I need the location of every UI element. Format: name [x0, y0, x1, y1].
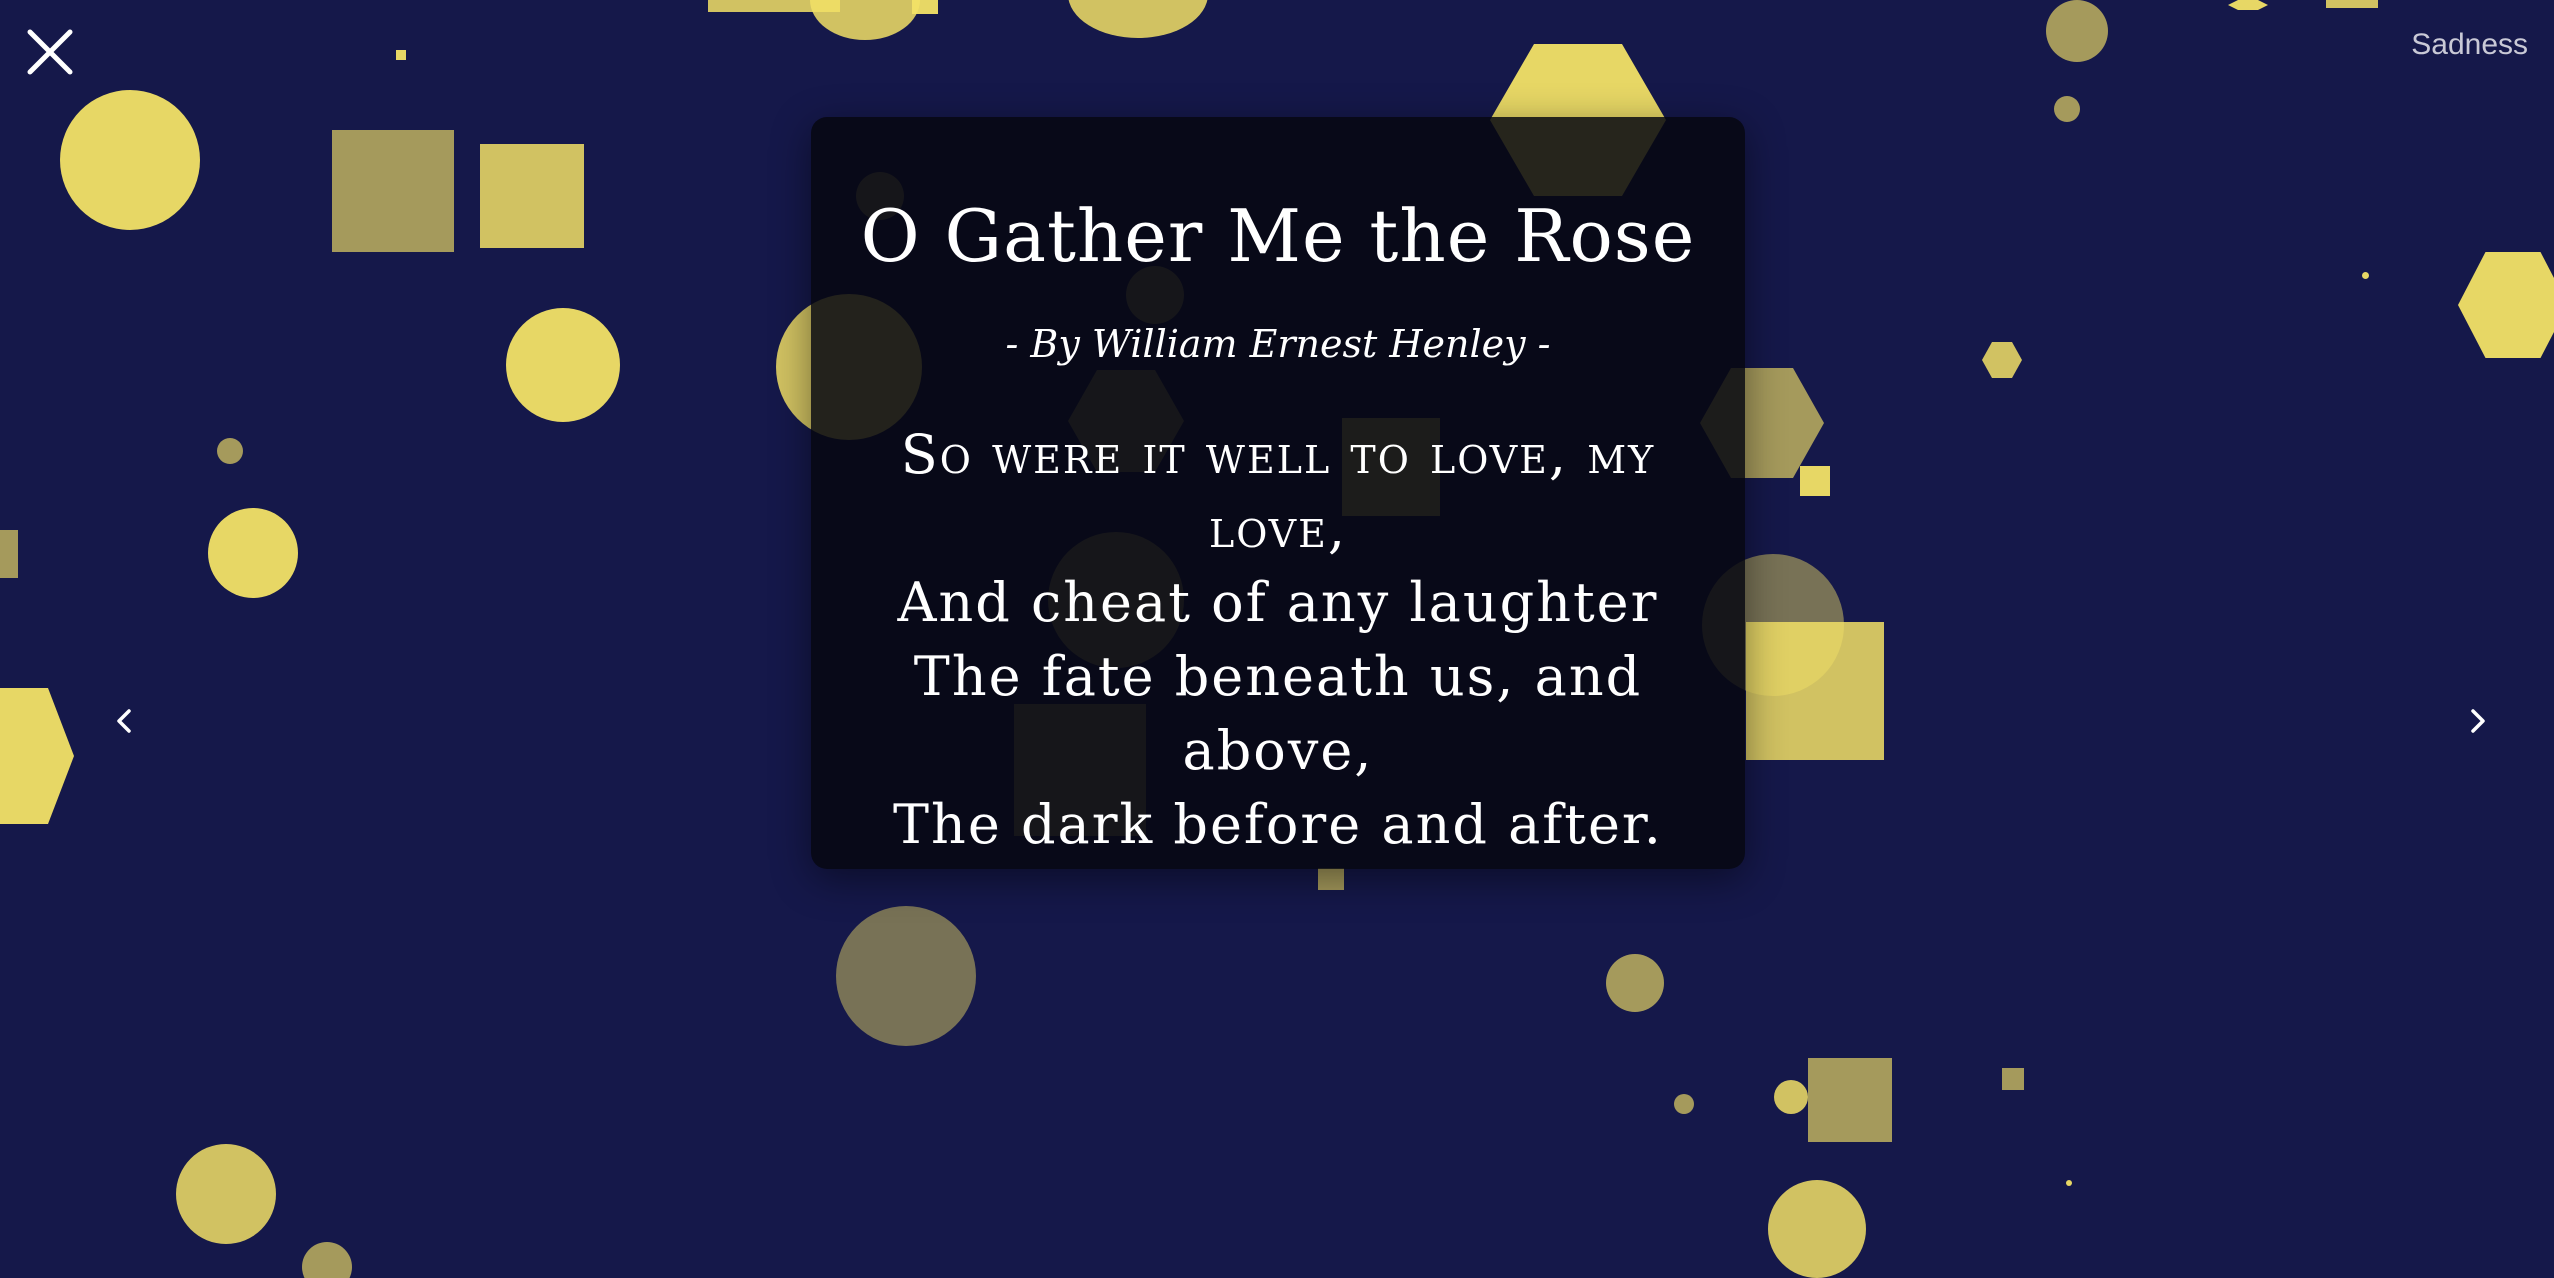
bubble: [217, 438, 243, 464]
poem-body: So were it well to love, my love, And ch…: [811, 418, 1745, 862]
bubble: [2046, 0, 2108, 62]
square: [708, 0, 840, 12]
bubble: [1768, 1180, 1866, 1278]
square: [2002, 1068, 2024, 1090]
poem-line: The dark before and after.: [893, 792, 1663, 856]
square: [1800, 466, 1830, 496]
bubble: [2054, 96, 2080, 122]
square: [1318, 868, 1344, 890]
poem-line: And cheat of any laughter: [897, 570, 1659, 634]
poem-line: So were it well to love, my love,: [900, 422, 1656, 560]
mood-label[interactable]: Sadness: [2411, 28, 2528, 62]
previous-poem-button[interactable]: [100, 696, 150, 746]
bubble: [176, 1144, 276, 1244]
close-button[interactable]: [22, 24, 78, 80]
bubble: [1774, 1080, 1808, 1114]
hexagon: [2458, 252, 2554, 358]
bubble: [836, 906, 976, 1046]
poem-author: - By William Ernest Henley -: [1005, 321, 1551, 366]
square: [912, 0, 938, 14]
bubble: [60, 90, 200, 230]
chevron-left-icon: [117, 709, 131, 733]
bubble: [506, 308, 620, 422]
square: [332, 130, 454, 252]
chevron-right-icon: [2471, 709, 2485, 733]
square: [1808, 1058, 1892, 1142]
poem-line: The fate beneath us, and above,: [913, 644, 1643, 782]
bubble: [1606, 954, 1664, 1012]
poem-card: O Gather Me the Rose - By William Ernest…: [811, 117, 1745, 869]
bubble: [1068, 0, 1208, 38]
square: [1746, 622, 1884, 760]
bubble: [208, 508, 298, 598]
hexagon: [2228, 0, 2268, 10]
square: [396, 50, 406, 60]
square: [0, 530, 18, 578]
bubble: [1674, 1094, 1694, 1114]
bubble: [2362, 272, 2369, 279]
close-icon: [27, 29, 73, 75]
poem-title: O Gather Me the Rose: [860, 194, 1696, 278]
poem-viewer: Sadness O Gather Me the Rose - By Willia…: [0, 0, 2554, 1278]
hexagon: [0, 688, 74, 824]
next-poem-button[interactable]: [2452, 696, 2502, 746]
bubble: [2066, 1180, 2072, 1186]
square: [480, 144, 584, 248]
bubble: [302, 1242, 352, 1278]
square: [2326, 0, 2378, 8]
hexagon: [1982, 342, 2022, 378]
